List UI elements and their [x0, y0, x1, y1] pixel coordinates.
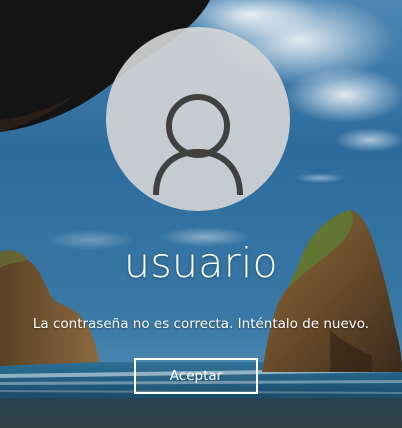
user-avatar [106, 27, 290, 211]
accept-button-label: Aceptar [169, 368, 223, 384]
accept-button[interactable]: Aceptar [134, 358, 258, 394]
lock-screen: usuario La contraseña no es correcta. In… [0, 0, 402, 428]
username-label: usuario [124, 239, 278, 287]
user-silhouette-icon [153, 94, 243, 196]
error-message: La contraseña no es correcta. Inténtalo … [32, 316, 370, 332]
